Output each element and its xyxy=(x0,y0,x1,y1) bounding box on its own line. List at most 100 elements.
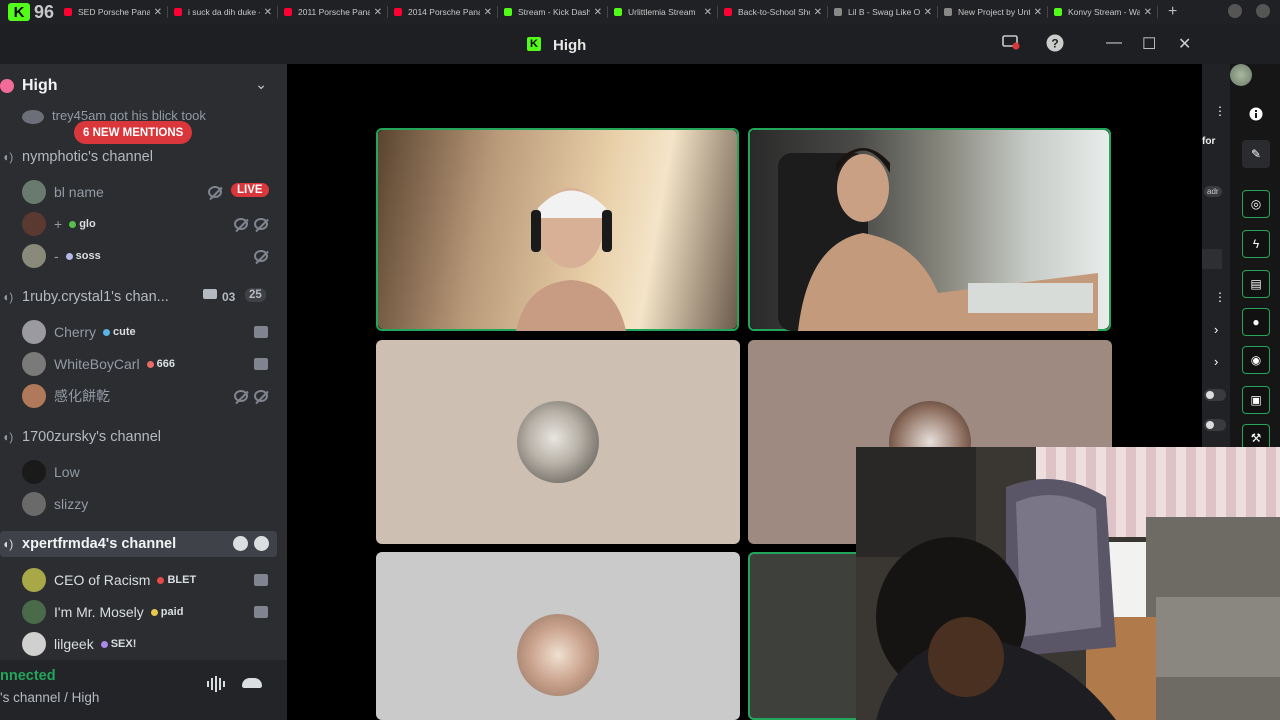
svg-text:?: ? xyxy=(1051,37,1058,51)
browser-tab[interactable]: Back-to-School Sho ✕ xyxy=(718,0,828,24)
menu-icon[interactable] xyxy=(1256,4,1270,18)
new-mentions-badge[interactable]: 6 NEW MENTIONS xyxy=(74,121,193,144)
close-tab-icon[interactable]: ✕ xyxy=(264,7,272,18)
browser-tab[interactable]: Konvy Stream - Wa ✕ xyxy=(1048,0,1158,24)
member-item[interactable]: bl name LIVE xyxy=(22,178,277,206)
channel-name: 1ruby.crystal1's chan... xyxy=(22,289,169,305)
browser-tab[interactable]: i suck da dih duke - ✕ xyxy=(168,0,278,24)
new-tab-button[interactable]: + xyxy=(1168,3,1177,21)
more-vertical-icon[interactable]: ⋮ xyxy=(1214,104,1226,118)
avatar xyxy=(22,600,46,624)
tab-count[interactable]: 96 xyxy=(34,2,58,23)
close-window-icon[interactable]: ✕ xyxy=(1178,34,1191,54)
toggle-switch[interactable] xyxy=(1204,389,1226,401)
noise-suppression-icon[interactable] xyxy=(206,676,226,692)
document-icon[interactable]: ▤ xyxy=(1242,270,1270,298)
screen-share-icon[interactable] xyxy=(1002,34,1020,55)
member-item[interactable]: + glo xyxy=(22,210,277,238)
member-item[interactable]: CEO of Racism BLET xyxy=(22,566,277,594)
storage-icon[interactable]: ▣ xyxy=(1242,386,1270,414)
member-tag: glo xyxy=(69,218,96,230)
broadcast-icon[interactable]: ◉ xyxy=(1242,346,1270,374)
browser-tab[interactable]: Urlittlemia Stream ✕ xyxy=(608,0,718,24)
close-tab-icon[interactable]: ✕ xyxy=(814,7,822,18)
video-tile[interactable] xyxy=(376,340,740,544)
browser-tab[interactable]: SED Porsche Panam ✕ xyxy=(58,0,168,24)
video-icon xyxy=(203,289,217,299)
member-name: 感化餅乾 xyxy=(54,388,110,404)
member-tag: BLET xyxy=(157,574,196,586)
member-tag: cute xyxy=(103,326,136,338)
profile-icon[interactable] xyxy=(1228,4,1242,18)
tag-icon xyxy=(150,608,158,616)
lightning-icon[interactable]: ϟ xyxy=(1242,230,1270,258)
voice-channel[interactable]: ◖) 1ruby.crystal1's chan... 03 25 xyxy=(0,284,287,310)
disconnect-icon[interactable] xyxy=(242,678,262,688)
chevron-down-icon[interactable]: ⌄ xyxy=(255,76,267,93)
member-item[interactable]: slizzy xyxy=(22,490,277,518)
close-tab-icon[interactable]: ✕ xyxy=(594,7,602,18)
chat-icon[interactable] xyxy=(233,536,248,551)
user-avatar[interactable] xyxy=(1230,64,1280,86)
member-item[interactable]: - soss xyxy=(22,242,277,270)
voice-channel[interactable]: ◖) 1700zursky's channel xyxy=(0,424,287,450)
page-icon xyxy=(944,8,952,16)
tag-icon xyxy=(157,576,165,584)
browser-tab[interactable]: New Project by Unt ✕ xyxy=(938,0,1048,24)
video-icon xyxy=(254,358,268,370)
pencil-icon[interactable]: ✎ xyxy=(1242,140,1270,168)
member-tag: soss xyxy=(65,250,101,262)
member-item[interactable]: 感化餅乾 xyxy=(22,382,277,410)
kick-icon xyxy=(614,8,622,16)
close-tab-icon[interactable]: ✕ xyxy=(704,7,712,18)
avatar xyxy=(22,180,46,204)
chat-bubble-icon[interactable]: ● xyxy=(1242,308,1270,336)
close-tab-icon[interactable]: ✕ xyxy=(484,7,492,18)
member-name: Low xyxy=(54,464,80,480)
video-tile-speaking[interactable] xyxy=(748,128,1111,331)
browser-tab[interactable]: 2011 Porsche Panam ✕ xyxy=(278,0,388,24)
server-header[interactable]: High ⌄ xyxy=(0,72,287,102)
avatar xyxy=(22,492,46,516)
window-title: High xyxy=(553,37,587,54)
chevron-right-icon[interactable]: › xyxy=(1214,354,1218,369)
panel-text-for: for xyxy=(1202,136,1216,147)
browser-tab[interactable]: Lil B - Swag Like Oh ✕ xyxy=(828,0,938,24)
video-tile[interactable] xyxy=(376,552,740,720)
info-icon[interactable] xyxy=(1242,100,1270,128)
browser-tab[interactable]: 2014 Porsche Panam ✕ xyxy=(388,0,498,24)
member-item[interactable]: Low xyxy=(22,458,277,486)
member-item[interactable]: lilgeek SEX! xyxy=(22,630,277,658)
browser-tab[interactable]: Stream - Kick Dashb ✕ xyxy=(498,0,608,24)
minimize-icon[interactable]: — xyxy=(1106,34,1122,52)
video-icon xyxy=(254,326,268,338)
tag-text: cute xyxy=(113,326,136,338)
more-vertical-icon[interactable]: ⋮ xyxy=(1214,290,1226,304)
server-name: High xyxy=(22,77,58,94)
video-tile-speaking[interactable] xyxy=(376,128,739,331)
close-tab-icon[interactable]: ✕ xyxy=(1034,7,1042,18)
muted-mic-icon xyxy=(254,250,268,262)
voice-channel[interactable]: ◖) nymphotic's channel xyxy=(0,144,287,170)
close-tab-icon[interactable]: ✕ xyxy=(1144,7,1152,18)
chevron-right-icon[interactable]: › xyxy=(1214,322,1218,337)
help-icon[interactable]: ? xyxy=(1046,34,1064,57)
voice-location[interactable]: 's channel / High xyxy=(0,690,99,705)
close-tab-icon[interactable]: ✕ xyxy=(154,7,162,18)
member-item[interactable]: Cherry cute xyxy=(22,318,277,346)
close-tab-icon[interactable]: ✕ xyxy=(374,7,382,18)
member-item[interactable]: WhiteBoyCarl 666 xyxy=(22,350,277,378)
input-box[interactable] xyxy=(1202,249,1222,269)
tab-label: SED Porsche Panam xyxy=(78,7,150,17)
video-count: 03 xyxy=(222,290,236,304)
invite-icon[interactable] xyxy=(254,536,269,551)
maximize-icon[interactable]: ☐ xyxy=(1142,34,1156,54)
target-icon[interactable]: ◎ xyxy=(1242,190,1270,218)
toggle-switch[interactable] xyxy=(1204,419,1226,431)
tab-label: 2014 Porsche Panam xyxy=(408,7,480,17)
close-tab-icon[interactable]: ✕ xyxy=(924,7,932,18)
member-item[interactable]: I'm Mr. Mosely paid xyxy=(22,598,277,626)
voice-channel-active[interactable]: ◖) xpertfrmda4's channel xyxy=(0,531,277,557)
tag-text: glo xyxy=(79,218,96,230)
avatar xyxy=(22,109,44,124)
